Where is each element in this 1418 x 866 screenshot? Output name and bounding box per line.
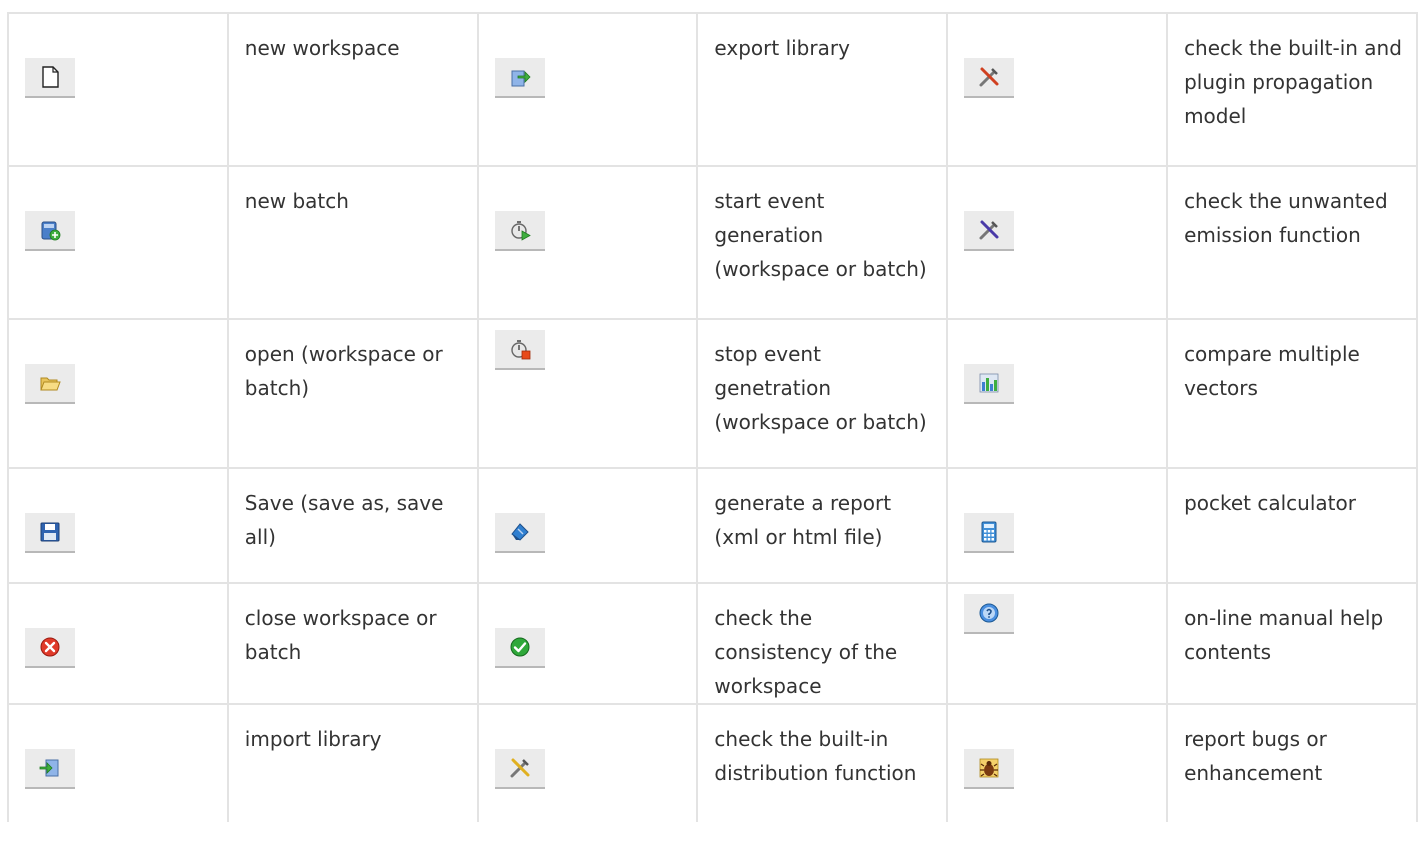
new-batch-icon: [41, 221, 61, 241]
table-row: new workspace export library check the b…: [7, 12, 1418, 167]
description-cell: stop event genetration (workspace or bat…: [696, 318, 949, 469]
close-button[interactable]: [25, 628, 75, 668]
import-icon: [39, 759, 59, 777]
table-row: new batch start event generation (worksp…: [7, 165, 1418, 320]
open-folder-icon: [40, 377, 61, 391]
import-library-button[interactable]: [25, 749, 75, 789]
table-row: import library check the built-in distri…: [7, 703, 1418, 822]
description-cell: open (workspace or batch): [226, 318, 479, 469]
description-cell: generate a report (xml or html file): [696, 467, 949, 584]
start-event-generation-button[interactable]: [494, 211, 545, 251]
help-icon: [979, 603, 999, 623]
description-cell: check the unwanted emission function: [1166, 165, 1418, 320]
description-cell: check the built-in and plugin propagatio…: [1166, 12, 1418, 167]
save-button[interactable]: [25, 513, 75, 553]
bar-chart-icon: [979, 373, 999, 393]
open-button[interactable]: [25, 364, 75, 404]
compare-vectors-button[interactable]: [964, 364, 1015, 404]
toolbar-legend-table: new workspace export library check the b…: [7, 12, 1418, 822]
report-icon: [510, 523, 529, 541]
report-bugs-button[interactable]: [964, 749, 1015, 789]
help-contents-button[interactable]: [964, 594, 1015, 634]
tools-icon: [510, 758, 530, 778]
save-icon: [40, 522, 60, 542]
bug-icon: [979, 758, 999, 778]
description-cell: on-line manual help contents: [1166, 582, 1418, 705]
description-cell: start event generation (workspace or bat…: [696, 165, 949, 320]
export-library-button[interactable]: [494, 58, 545, 98]
check-consistency-button[interactable]: [494, 628, 545, 668]
description-cell: Save (save as, save all): [226, 467, 479, 584]
description-cell: compare multiple vectors: [1166, 318, 1418, 469]
description-cell: new batch: [226, 165, 479, 320]
table-row: open (workspace or batch) stop event gen…: [7, 318, 1418, 469]
description-cell: report bugs or enhancement: [1166, 703, 1418, 822]
new-batch-button[interactable]: [25, 211, 75, 251]
description-cell: check the consistency of the workspace: [696, 582, 949, 705]
check-unwanted-emission-button[interactable]: [964, 211, 1015, 251]
pocket-calculator-button[interactable]: [964, 513, 1015, 553]
close-icon: [40, 637, 60, 657]
new-workspace-button[interactable]: [25, 58, 75, 98]
table-row: close workspace or batch check the consi…: [7, 582, 1418, 705]
check-propagation-model-button[interactable]: [964, 58, 1015, 98]
table-row: Save (save as, save all) generate a repo…: [7, 467, 1418, 584]
tools-icon: [979, 67, 999, 87]
stop-generation-icon: [510, 340, 531, 360]
generate-report-button[interactable]: [494, 513, 545, 553]
calculator-icon: [981, 521, 997, 543]
stop-event-generation-button[interactable]: [494, 330, 545, 370]
description-cell: new workspace: [226, 12, 479, 167]
description-cell: check the built-in distribution function: [696, 703, 949, 822]
tools-icon: [979, 220, 999, 240]
check-icon: [510, 637, 530, 657]
export-icon: [511, 70, 531, 87]
description-cell: import library: [226, 703, 479, 822]
new-document-icon: [42, 66, 59, 88]
start-generation-icon: [510, 221, 531, 241]
description-cell: pocket calculator: [1166, 467, 1418, 584]
check-distribution-button[interactable]: [494, 749, 545, 789]
description-cell: close workspace or batch: [226, 582, 479, 705]
description-cell: export library: [696, 12, 949, 167]
